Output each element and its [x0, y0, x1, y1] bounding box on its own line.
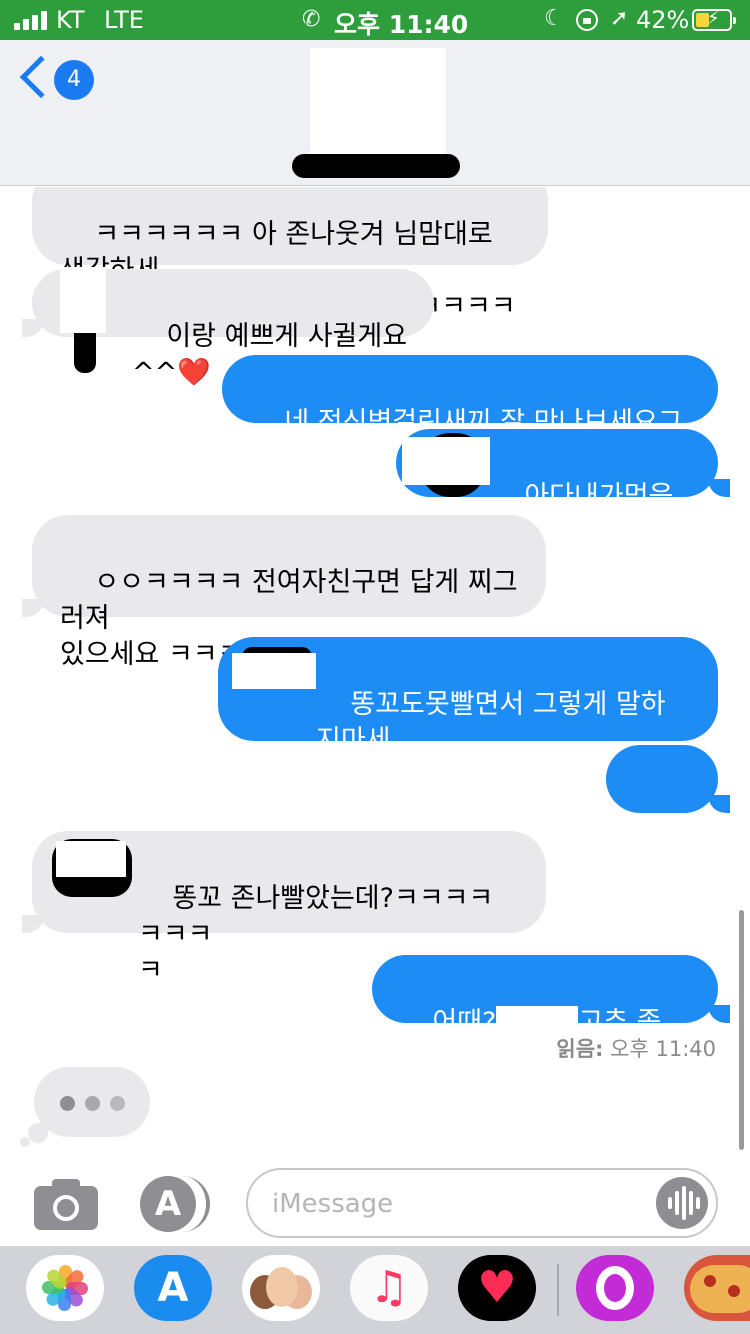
typing-indicator	[34, 1067, 150, 1137]
read-label: 읽음:	[556, 1037, 604, 1061]
phone-icon: ✆	[302, 7, 321, 32]
bubble-tail	[22, 599, 44, 617]
status-bar: KT LTE ✆ 오후 11:40 ☾ ➚ 42% ⚡	[0, 0, 750, 40]
memoji-app-icon[interactable]	[242, 1255, 320, 1321]
rotation-lock-icon	[576, 9, 598, 31]
app-store-app-icon[interactable]: A	[134, 1255, 212, 1321]
message-input[interactable]	[272, 1184, 632, 1224]
redaction-mark	[292, 154, 460, 178]
camera-button[interactable]	[34, 1178, 98, 1230]
incoming-message[interactable]: ㅇㅇㅋㅋㅋㅋ 전여자친구면 답게 찌그러져 있으세요 ㅋㅋㅋㅋㅋㅋㅋㅋㅋㅋ	[32, 515, 546, 670]
redaction-mark	[232, 653, 316, 689]
location-icon: ➚	[610, 6, 629, 31]
read-receipt: 읽음: 오후 11:40	[556, 1033, 716, 1063]
outgoing-message[interactable]: ㅋㅋ	[606, 745, 718, 864]
app-store-icon: A	[140, 1176, 196, 1232]
redaction-mark	[56, 841, 126, 877]
bubble-tail	[22, 319, 44, 337]
bubble-tail	[708, 479, 730, 497]
app-store-button[interactable]: A	[140, 1176, 210, 1232]
typing-indicator-tail	[28, 1123, 48, 1143]
moon-icon: ☾	[544, 6, 564, 31]
message-input-container[interactable]	[246, 1168, 718, 1238]
conversation-header: 4	[0, 40, 750, 186]
incoming-message[interactable]: ㅋㅋㅋㅋㅋㅋ 아 존나웃겨 님맘대로 생각하세 요 ㅋㅋㅋㅋㅋㅋㅋㅋㅋㅋㅋㅋㅋㅋ…	[32, 187, 548, 322]
message-text: 어때?	[432, 1007, 497, 1038]
audio-waveform-icon[interactable]	[656, 1177, 708, 1229]
message-text: ㅋㅋ	[636, 833, 686, 864]
pizza-app-icon[interactable]	[684, 1255, 750, 1321]
battery-percentage: 42%	[636, 6, 690, 34]
carrier-label: KT	[56, 6, 85, 34]
music-app-icon[interactable]: ♫	[350, 1255, 428, 1321]
bubble-tail	[22, 915, 44, 933]
network-type: LTE	[104, 6, 144, 34]
drawer-divider	[557, 1264, 559, 1316]
bubble-tail	[708, 795, 730, 813]
redaction-mark	[60, 267, 106, 333]
unread-count-badge: 4	[54, 60, 94, 100]
outgoing-message[interactable]: 네 정신병걸린새끼 잘 만나보세요그럼~~	[222, 355, 718, 474]
redaction-mark	[402, 437, 490, 485]
status-time: 오후 11:40	[334, 10, 469, 39]
picsart-app-icon[interactable]	[576, 1255, 654, 1321]
outgoing-message[interactable]: 어때? 고추 좀 작지,,	[372, 955, 718, 1075]
compose-bar: A	[0, 1162, 750, 1246]
scrollbar[interactable]	[739, 910, 744, 1150]
app-drawer: A ♫ ♥	[0, 1246, 750, 1334]
back-button[interactable]: 4	[19, 55, 102, 106]
photos-app-icon[interactable]	[26, 1255, 104, 1321]
typing-indicator-tail	[20, 1137, 30, 1147]
bubble-tail	[708, 1005, 730, 1023]
read-time: 오후 11:40	[610, 1037, 716, 1061]
battery-charging-icon: ⚡	[692, 8, 736, 31]
message-list[interactable]: ㅋㅋㅋㅋㅋㅋ 아 존나웃겨 님맘대로 생각하세 요 ㅋㅋㅋㅋㅋㅋㅋㅋㅋㅋㅋㅋㅋㅋ…	[0, 187, 750, 1162]
camera-icon	[53, 1195, 79, 1221]
heart-app-icon[interactable]: ♥	[458, 1255, 536, 1321]
signal-bars-icon	[14, 11, 48, 30]
